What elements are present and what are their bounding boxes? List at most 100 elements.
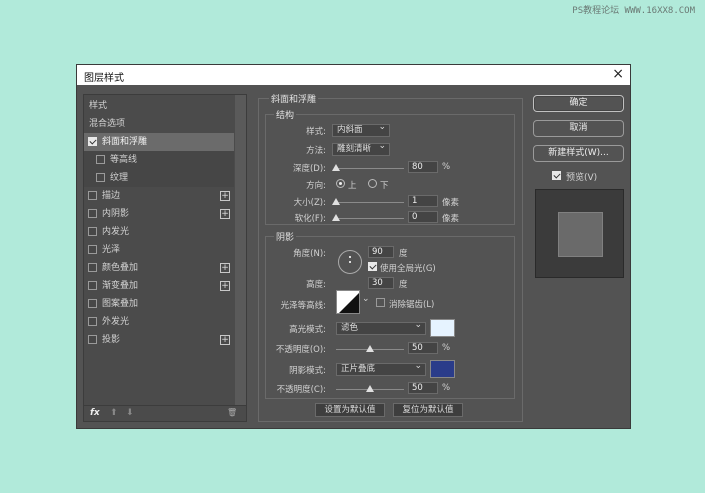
technique-label: 方法: (306, 146, 326, 156)
contour-linear-icon (339, 293, 359, 313)
style-list-item[interactable]: 混合选项 (84, 115, 234, 133)
style-checkbox[interactable] (88, 299, 97, 308)
move-down-icon[interactable]: ⬇ (126, 408, 134, 418)
direction-down-radio[interactable] (368, 179, 377, 188)
chevron-down-icon[interactable]: ⌄ (362, 294, 370, 304)
direction-label: 方向: (306, 181, 326, 191)
style-checkbox[interactable] (88, 281, 97, 290)
style-list-item[interactable]: 纹理 (84, 169, 234, 187)
style-list-label: 样式 (89, 101, 108, 111)
style-select[interactable]: 内斜面 (332, 122, 390, 137)
shadow-opacity-input[interactable]: 50 (408, 382, 438, 394)
style-checkbox[interactable] (88, 209, 97, 218)
highlight-opacity-knob[interactable] (366, 345, 374, 352)
size-unit: 像素 (442, 198, 460, 208)
reset-default-button[interactable]: 复位为默认值 (393, 403, 463, 417)
depth-knob[interactable] (332, 164, 340, 171)
ok-button[interactable]: 确定 (533, 95, 624, 112)
make-default-button[interactable]: 设置为默认值 (315, 403, 385, 417)
new-style-button[interactable]: 新建样式(W)... (533, 145, 624, 162)
shadow-mode-label: 阴影模式: (289, 366, 326, 376)
style-list-label: 斜面和浮雕 (102, 137, 148, 147)
antialias-checkbox[interactable] (376, 298, 385, 307)
style-list-label: 内发光 (102, 227, 130, 237)
direction-down-label: 下 (380, 181, 389, 191)
global-light-checkbox[interactable] (368, 262, 377, 271)
shadow-mode-select[interactable]: 正片叠底 (336, 361, 426, 376)
style-list-label: 颜色叠加 (102, 263, 139, 273)
style-list-item[interactable]: 光泽 (84, 241, 234, 259)
gloss-contour-preview[interactable] (336, 290, 360, 314)
angle-input[interactable]: 90 (368, 246, 394, 258)
style-list-item[interactable]: 描边 + (84, 187, 234, 205)
soften-knob[interactable] (332, 214, 340, 221)
cancel-button[interactable]: 取消 (533, 120, 624, 137)
preview-swatch (558, 212, 603, 257)
style-list-label: 渐变叠加 (102, 281, 139, 291)
size-input[interactable]: 1 (408, 195, 438, 207)
fx-icon[interactable]: fx (90, 408, 100, 418)
style-preview (535, 189, 624, 278)
preview-checkbox[interactable] (552, 171, 561, 180)
highlight-opacity-slider[interactable] (336, 345, 404, 352)
depth-input[interactable]: 80 (408, 161, 438, 173)
style-list-item[interactable]: 等高线 (84, 151, 234, 169)
style-list-item[interactable]: 外发光 (84, 313, 234, 331)
direction-up-radio[interactable] (336, 179, 345, 188)
shadow-color-swatch[interactable] (430, 360, 455, 378)
style-checkbox[interactable] (96, 155, 105, 164)
size-slider[interactable] (332, 198, 404, 205)
style-list-label: 内阴影 (102, 209, 130, 219)
global-light-label: 使用全局光(G) (380, 264, 436, 274)
style-list-item[interactable]: 内阴影 + (84, 205, 234, 223)
trash-icon[interactable]: 🗑 (227, 408, 237, 417)
style-list-item[interactable]: 斜面和浮雕 (84, 133, 234, 151)
technique-select[interactable]: 雕刻清晰 (332, 141, 390, 156)
structure-title: 结构 (274, 108, 297, 121)
size-knob[interactable] (332, 198, 340, 205)
highlight-mode-label: 高光模式: (289, 325, 326, 335)
style-list-label: 等高线 (110, 155, 138, 165)
altitude-input[interactable]: 30 (368, 277, 394, 289)
depth-slider[interactable] (332, 164, 404, 171)
style-checkbox[interactable] (88, 263, 97, 272)
soften-input[interactable]: 0 (408, 211, 438, 223)
dialog-title: 图层样式 (84, 73, 124, 84)
shading-title: 阴影 (274, 230, 297, 243)
move-up-icon[interactable]: ⬆ (110, 408, 118, 418)
close-icon[interactable]: × (612, 66, 624, 82)
add-effect-icon[interactable]: + (220, 335, 230, 345)
style-checkbox[interactable] (88, 191, 97, 200)
add-effect-icon[interactable]: + (220, 263, 230, 273)
style-list-item[interactable]: 样式 (84, 97, 234, 115)
antialias-label: 消除锯齿(L) (389, 300, 435, 310)
angle-dial[interactable] (338, 250, 362, 274)
highlight-mode-select[interactable]: 滤色 (336, 320, 426, 335)
style-checkbox[interactable] (88, 335, 97, 344)
style-checkbox[interactable] (88, 245, 97, 254)
add-effect-icon[interactable]: + (220, 191, 230, 201)
shadow-opacity-slider[interactable] (336, 385, 404, 392)
highlight-opacity-input[interactable]: 50 (408, 342, 438, 354)
add-effect-icon[interactable]: + (220, 209, 230, 219)
style-list-item[interactable]: 渐变叠加 + (84, 277, 234, 295)
altitude-label: 高度: (306, 280, 326, 290)
shadow-opacity-knob[interactable] (366, 385, 374, 392)
style-list-item[interactable]: 图案叠加 (84, 295, 234, 313)
list-scrollbar[interactable] (235, 95, 246, 405)
highlight-color-swatch[interactable] (430, 319, 455, 337)
add-effect-icon[interactable]: + (220, 281, 230, 291)
soften-unit: 像素 (442, 214, 460, 224)
soften-label: 软化(F): (294, 214, 326, 224)
list-footer: fx ⬆ ⬇ 🗑 (84, 405, 246, 421)
style-checkbox[interactable] (88, 317, 97, 326)
style-list-item[interactable]: 投影 + (84, 331, 234, 349)
watermark: PS教程论坛 WWW.16XX8.COM (572, 6, 695, 16)
style-list-item[interactable]: 内发光 (84, 223, 234, 241)
bevel-emboss-panel: 斜面和浮雕 结构 样式: 内斜面 方法: 雕刻清晰 深度(D): 80 % 方向… (258, 92, 523, 422)
style-checkbox[interactable] (88, 137, 97, 146)
soften-slider[interactable] (332, 214, 404, 221)
style-list-item[interactable]: 颜色叠加 + (84, 259, 234, 277)
style-checkbox[interactable] (88, 227, 97, 236)
style-checkbox[interactable] (96, 173, 105, 182)
